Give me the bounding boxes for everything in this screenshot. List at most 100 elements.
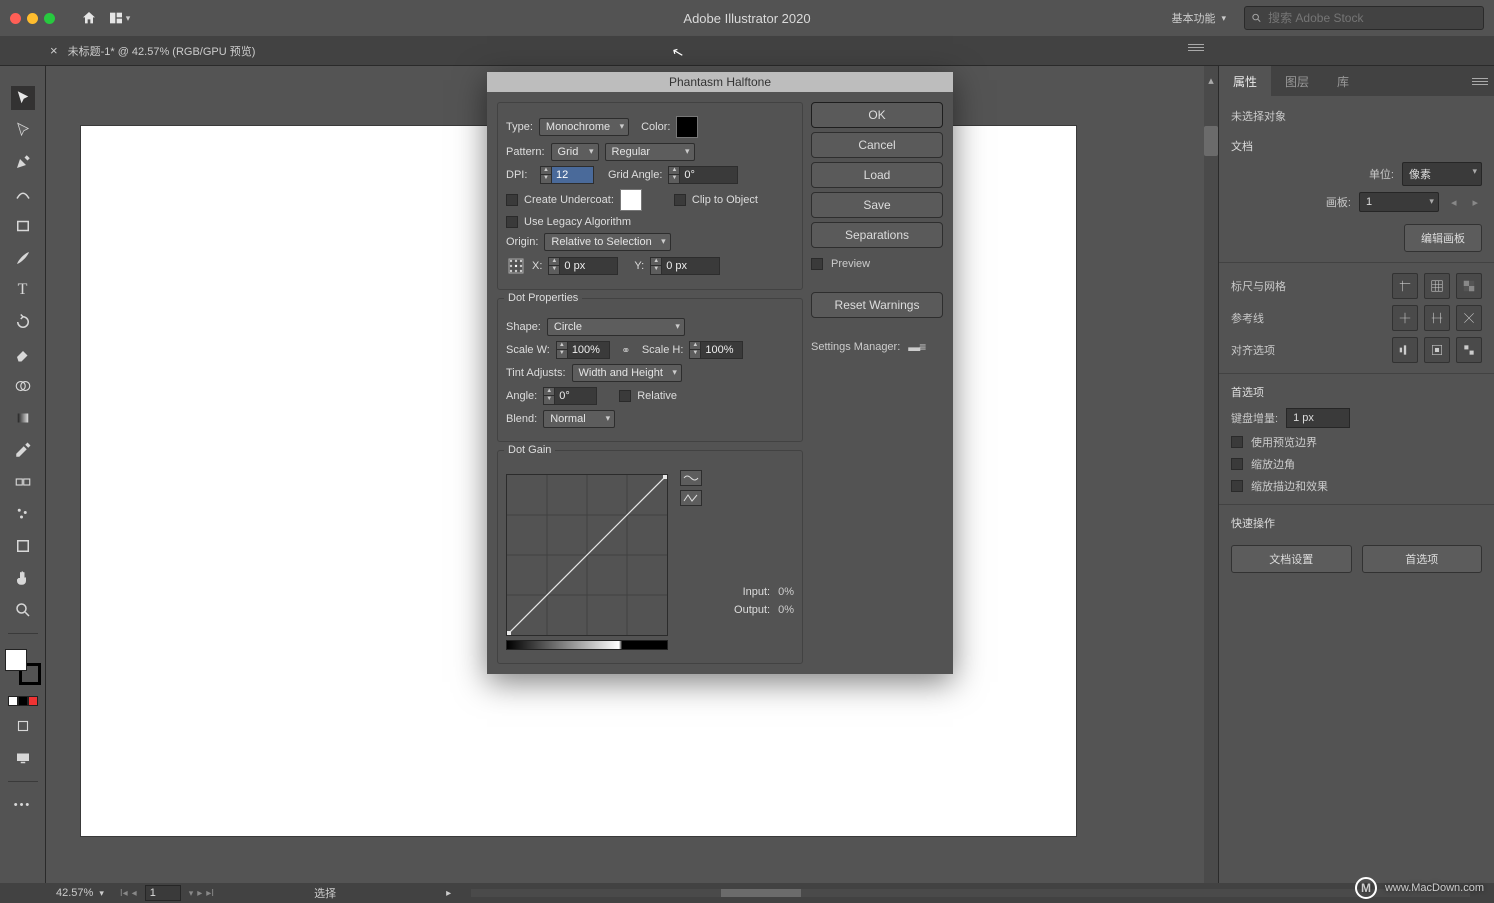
dpi-spinner[interactable]: ▲▼ [540,166,594,184]
pen-tool-icon[interactable] [11,150,35,174]
separations-button[interactable]: Separations [811,222,943,248]
type-tool-icon[interactable]: T [11,278,35,302]
x-input[interactable] [560,257,618,275]
link-wh-icon[interactable]: ⚭ [616,344,636,357]
last-artboard-icon[interactable]: ▸I [206,888,214,899]
grid-angle-input[interactable] [680,166,738,184]
preview-checkbox[interactable] [811,258,823,270]
cancel-button[interactable]: Cancel [811,132,943,158]
grid-icon[interactable] [1424,273,1450,299]
edit-artboards-button[interactable]: 编辑画板 [1404,224,1482,252]
blend-tool-icon[interactable] [11,470,35,494]
preferences-button[interactable]: 首选项 [1362,545,1483,573]
artboard-tool-icon[interactable] [11,534,35,558]
rulers-icon[interactable] [1392,273,1418,299]
zoom-dropdown-icon[interactable]: ▾ [99,888,104,899]
color-mode-toggles[interactable] [8,696,38,706]
document-tab[interactable]: × 未标题-1* @ 42.57% (RGB/GPU 预览) [50,43,255,59]
hand-tool-icon[interactable] [11,566,35,590]
grid-angle-spinner[interactable]: ▲▼ [668,166,738,184]
units-select[interactable]: 像素 [1402,162,1482,186]
curvature-tool-icon[interactable] [11,182,35,206]
edit-toolbar-icon[interactable]: ••• [11,793,35,817]
prev-artboard-icon[interactable]: ◂ [1447,196,1461,209]
spinner-down-icon[interactable]: ▼ [541,175,551,182]
scale-strokes-checkbox[interactable] [1231,480,1243,492]
zoom-value[interactable]: 42.57% [56,887,93,899]
chevron-up-icon[interactable]: ▴ [1204,74,1218,87]
legacy-checkbox[interactable] [506,216,518,228]
zoom-tool-icon[interactable] [11,598,35,622]
stock-search-input[interactable] [1268,11,1477,25]
align-to-selection-icon[interactable] [1456,337,1482,363]
screen-mode-icon[interactable] [11,746,35,770]
next-artboard-nav-icon[interactable]: ▸ [197,888,202,899]
load-button[interactable]: Load [811,162,943,188]
pattern-dropdown[interactable]: Grid [551,143,599,161]
show-guides-icon[interactable] [1392,305,1418,331]
y-input[interactable] [662,257,720,275]
arrange-documents-icon[interactable]: ▾ [105,4,133,32]
h-scrollbar-thumb[interactable] [721,889,801,897]
scalew-spinner[interactable]: ▲▼ [556,341,610,359]
shape-builder-tool-icon[interactable] [11,374,35,398]
gradient-tool-icon[interactable] [11,406,35,430]
vertical-scrollbar[interactable]: ▴ [1204,66,1218,883]
next-artboard-icon[interactable]: ▸ [1468,196,1482,209]
panel-flyout-icon[interactable] [1472,78,1488,85]
document-setup-button[interactable]: 文档设置 [1231,545,1352,573]
eyedropper-tool-icon[interactable] [11,438,35,462]
fill-swatch[interactable] [5,649,27,671]
angle-spinner[interactable]: ▲▼ [543,387,597,405]
reset-warnings-button[interactable]: Reset Warnings [811,292,943,318]
align-to-artboard-icon[interactable] [1424,337,1450,363]
scaleh-spinner[interactable]: ▲▼ [689,341,743,359]
pattern-mode-dropdown[interactable]: Regular [605,143,695,161]
prev-artboard-nav-icon[interactable]: ◂ [132,888,137,899]
smart-guides-icon[interactable] [1424,305,1450,331]
settings-manager-menu-icon[interactable]: ▬≡ [908,340,925,354]
tab-layers[interactable]: 图层 [1271,66,1323,96]
artboard-select[interactable]: 1 [1359,192,1439,212]
spinner-up-icon[interactable]: ▲ [541,167,551,175]
drawing-mode-icon[interactable] [11,714,35,738]
undercoat-checkbox[interactable] [506,194,518,206]
align-pixel-grid-icon[interactable] [1392,337,1418,363]
eraser-tool-icon[interactable] [11,342,35,366]
origin-dropdown[interactable]: Relative to Selection [544,233,670,251]
direct-selection-tool-icon[interactable] [11,118,35,142]
key-increment-input[interactable] [1286,408,1350,428]
curve-editor[interactable] [506,474,668,636]
reference-point-icon[interactable] [506,256,526,276]
zoom-window-icon[interactable] [44,13,55,24]
artboard-page-input[interactable] [145,885,181,901]
scalew-input[interactable] [568,341,610,359]
artboard-page-dropdown-icon[interactable]: ▾ [189,888,194,899]
rotate-tool-icon[interactable] [11,310,35,334]
minimize-window-icon[interactable] [27,13,38,24]
y-spinner[interactable]: ▲▼ [650,257,720,275]
scrollbar-thumb[interactable] [1204,126,1218,156]
home-icon[interactable] [75,4,103,32]
blend-dropdown[interactable]: Normal [543,410,615,428]
angle-input[interactable] [555,387,597,405]
rectangle-tool-icon[interactable] [11,214,35,238]
workspace-switcher[interactable]: 基本功能▾ [1163,10,1234,26]
panel-menu-icon[interactable] [1188,44,1204,51]
close-tab-icon[interactable]: × [50,43,58,58]
tint-dropdown[interactable]: Width and Height [572,364,682,382]
curve-preset-smooth-icon[interactable] [680,470,702,486]
paintbrush-tool-icon[interactable] [11,246,35,270]
close-window-icon[interactable] [10,13,21,24]
tab-properties[interactable]: 属性 [1219,66,1271,96]
first-artboard-icon[interactable]: I◂ [120,888,128,899]
stock-search[interactable] [1244,6,1484,30]
ok-button[interactable]: OK [811,102,943,128]
status-scroll-left-icon[interactable]: ▸ [446,888,451,899]
clip-checkbox[interactable] [674,194,686,206]
symbol-sprayer-tool-icon[interactable] [11,502,35,526]
preview-bounds-checkbox[interactable] [1231,436,1243,448]
type-dropdown[interactable]: Monochrome [539,118,629,136]
transparency-grid-icon[interactable] [1456,273,1482,299]
curve-preset-linear-icon[interactable] [680,490,702,506]
